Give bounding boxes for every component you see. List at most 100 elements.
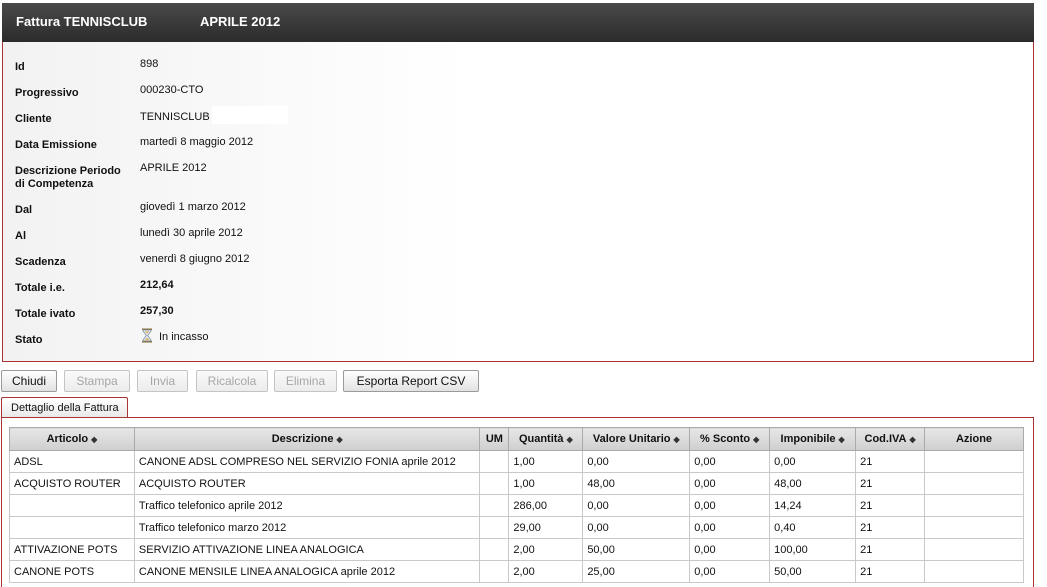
field-value-stato: In incasso [140, 328, 209, 344]
field-label-stato: Stato [15, 334, 43, 346]
cell-quantita: 286,00 [508, 494, 584, 517]
field-value-totale-ivato: 257,30 [140, 305, 174, 317]
cell-quantita: 2,00 [508, 538, 584, 561]
cell-articolo: ACQUISTO ROUTER [9, 472, 135, 495]
cell-quantita: 2,00 [508, 560, 584, 583]
hourglass-icon [140, 328, 154, 343]
cell-descrizione: SERVIZIO ATTIVAZIONE LINEA ANALOGICA [133, 538, 481, 561]
sort-icon: ◆ [566, 435, 573, 444]
cell-sconto: 0,00 [689, 450, 771, 473]
cell-um [479, 472, 510, 495]
table-row: CANONE POTS CANONE MENSILE LINEA ANALOGI… [9, 560, 1024, 583]
cell-sconto: 0,00 [689, 516, 771, 539]
invia-button[interactable]: Invia [137, 370, 188, 392]
cell-um [479, 450, 510, 473]
field-label-totale-ivato: Totale ivato [15, 308, 76, 320]
cell-sconto: 0,00 [689, 472, 771, 495]
cell-um [479, 560, 510, 583]
field-label-progressivo: Progressivo [15, 87, 79, 99]
cell-sconto: 0,00 [689, 494, 771, 517]
elimina-button[interactable]: Elimina [274, 370, 337, 392]
column-header-azione: Azione [924, 427, 1024, 451]
chiudi-button[interactable]: Chiudi [1, 370, 57, 392]
field-label-descrizione-line2: di Competenza [15, 178, 94, 190]
sort-icon: ◆ [909, 435, 916, 444]
cell-quantita: 1,00 [508, 472, 584, 495]
column-header-quantita[interactable]: Quantità ◆ [508, 427, 584, 451]
stampa-button[interactable]: Stampa [64, 370, 130, 392]
redacted-area [211, 106, 288, 124]
table-row: Traffico telefonico aprile 2012 286,00 0… [9, 494, 1024, 517]
cell-imponibile: 50,00 [769, 560, 857, 583]
cell-valore-unitario: 0,00 [582, 516, 691, 539]
field-label-descrizione-line1: Descrizione Periodo [15, 165, 121, 177]
field-value-totale-ie: 212,64 [140, 279, 174, 291]
cell-um [479, 538, 510, 561]
sort-icon: ◆ [336, 435, 343, 444]
esporta-csv-button[interactable]: Esporta Report CSV [343, 370, 479, 392]
cell-cod-iva: 21 [855, 450, 926, 473]
cell-descrizione: CANONE ADSL COMPRESO NEL SERVIZIO FONIA … [133, 450, 481, 473]
cell-imponibile: 14,24 [769, 494, 857, 517]
cell-azione [924, 450, 1024, 473]
field-label-data-emissione: Data Emissione [15, 139, 97, 151]
field-value-progressivo: 000230-CTO [140, 84, 204, 96]
column-header-imponibile[interactable]: Imponibile ◆ [769, 427, 857, 451]
ricalcola-button[interactable]: Ricalcola [196, 370, 268, 392]
cell-valore-unitario: 48,00 [582, 472, 691, 495]
cell-cod-iva: 21 [855, 494, 926, 517]
sort-icon: ◆ [673, 435, 680, 444]
cell-articolo: ATTIVAZIONE POTS [9, 538, 135, 561]
cell-cod-iva: 21 [855, 472, 926, 495]
field-value-scadenza: venerdì 8 giugno 2012 [140, 253, 250, 265]
invoice-title: Fattura TENNISCLUB [16, 14, 148, 29]
cell-azione [924, 560, 1024, 583]
stato-text: In incasso [159, 331, 209, 343]
invoice-lines-table: Articolo ◆ Descrizione ◆ UM Quantità ◆ Valo… [9, 427, 1024, 583]
cell-azione [924, 472, 1024, 495]
table-row: Traffico telefonico marzo 2012 29,00 0,0… [9, 516, 1024, 539]
cell-cod-iva: 21 [855, 516, 926, 539]
column-header-cod-iva[interactable]: Cod.IVA ◆ [855, 427, 926, 451]
field-label-cliente: Cliente [15, 113, 52, 125]
cell-descrizione: Traffico telefonico marzo 2012 [133, 516, 481, 539]
cell-articolo: CANONE POTS [9, 560, 135, 583]
cell-imponibile: 0,40 [769, 516, 857, 539]
cell-valore-unitario: 50,00 [582, 538, 691, 561]
column-header-articolo[interactable]: Articolo ◆ [9, 427, 135, 451]
column-header-descrizione[interactable]: Descrizione ◆ [133, 427, 481, 451]
cell-quantita: 29,00 [508, 516, 584, 539]
sort-icon: ◆ [91, 435, 98, 444]
table-row: ADSL CANONE ADSL COMPRESO NEL SERVIZIO F… [9, 450, 1024, 473]
field-label-al: Al [15, 230, 26, 242]
cell-azione [924, 538, 1024, 561]
cell-articolo [9, 516, 135, 539]
tab-dettaglio-fattura[interactable]: Dettaglio della Fattura [1, 397, 128, 418]
sort-icon: ◆ [838, 435, 845, 444]
cell-um [479, 516, 510, 539]
sort-icon: ◆ [753, 435, 760, 444]
cell-valore-unitario: 0,00 [582, 450, 691, 473]
invoice-header: Fattura TENNISCLUB APRILE 2012 [2, 3, 1034, 42]
field-label-dal: Dal [15, 204, 33, 216]
cell-imponibile: 48,00 [769, 472, 857, 495]
field-value-descrizione-periodo: APRILE 2012 [140, 162, 207, 174]
field-label-id: Id [15, 61, 25, 73]
table-row: ACQUISTO ROUTER ACQUISTO ROUTER 1,00 48,… [9, 472, 1024, 495]
cell-um [479, 494, 510, 517]
column-header-valore-unitario[interactable]: Valore Unitario ◆ [582, 427, 691, 451]
cell-imponibile: 100,00 [769, 538, 857, 561]
cell-articolo [9, 494, 135, 517]
field-value-cliente: TENNISCLUB [140, 106, 288, 124]
cell-cod-iva: 21 [855, 538, 926, 561]
cell-valore-unitario: 0,00 [582, 494, 691, 517]
field-value-data-emissione: martedì 8 maggio 2012 [140, 136, 254, 148]
cell-sconto: 0,00 [689, 560, 771, 583]
field-value-al: lunedì 30 aprile 2012 [140, 227, 243, 239]
cell-quantita: 1,00 [508, 450, 584, 473]
field-label-descrizione-periodo: Descrizione Periodo di Competenza [15, 165, 121, 191]
table-row: ATTIVAZIONE POTS SERVIZIO ATTIVAZIONE LI… [9, 538, 1024, 561]
invoice-period: APRILE 2012 [200, 14, 281, 29]
column-header-sconto[interactable]: % Sconto ◆ [689, 427, 771, 451]
cell-sconto: 0,00 [689, 538, 771, 561]
